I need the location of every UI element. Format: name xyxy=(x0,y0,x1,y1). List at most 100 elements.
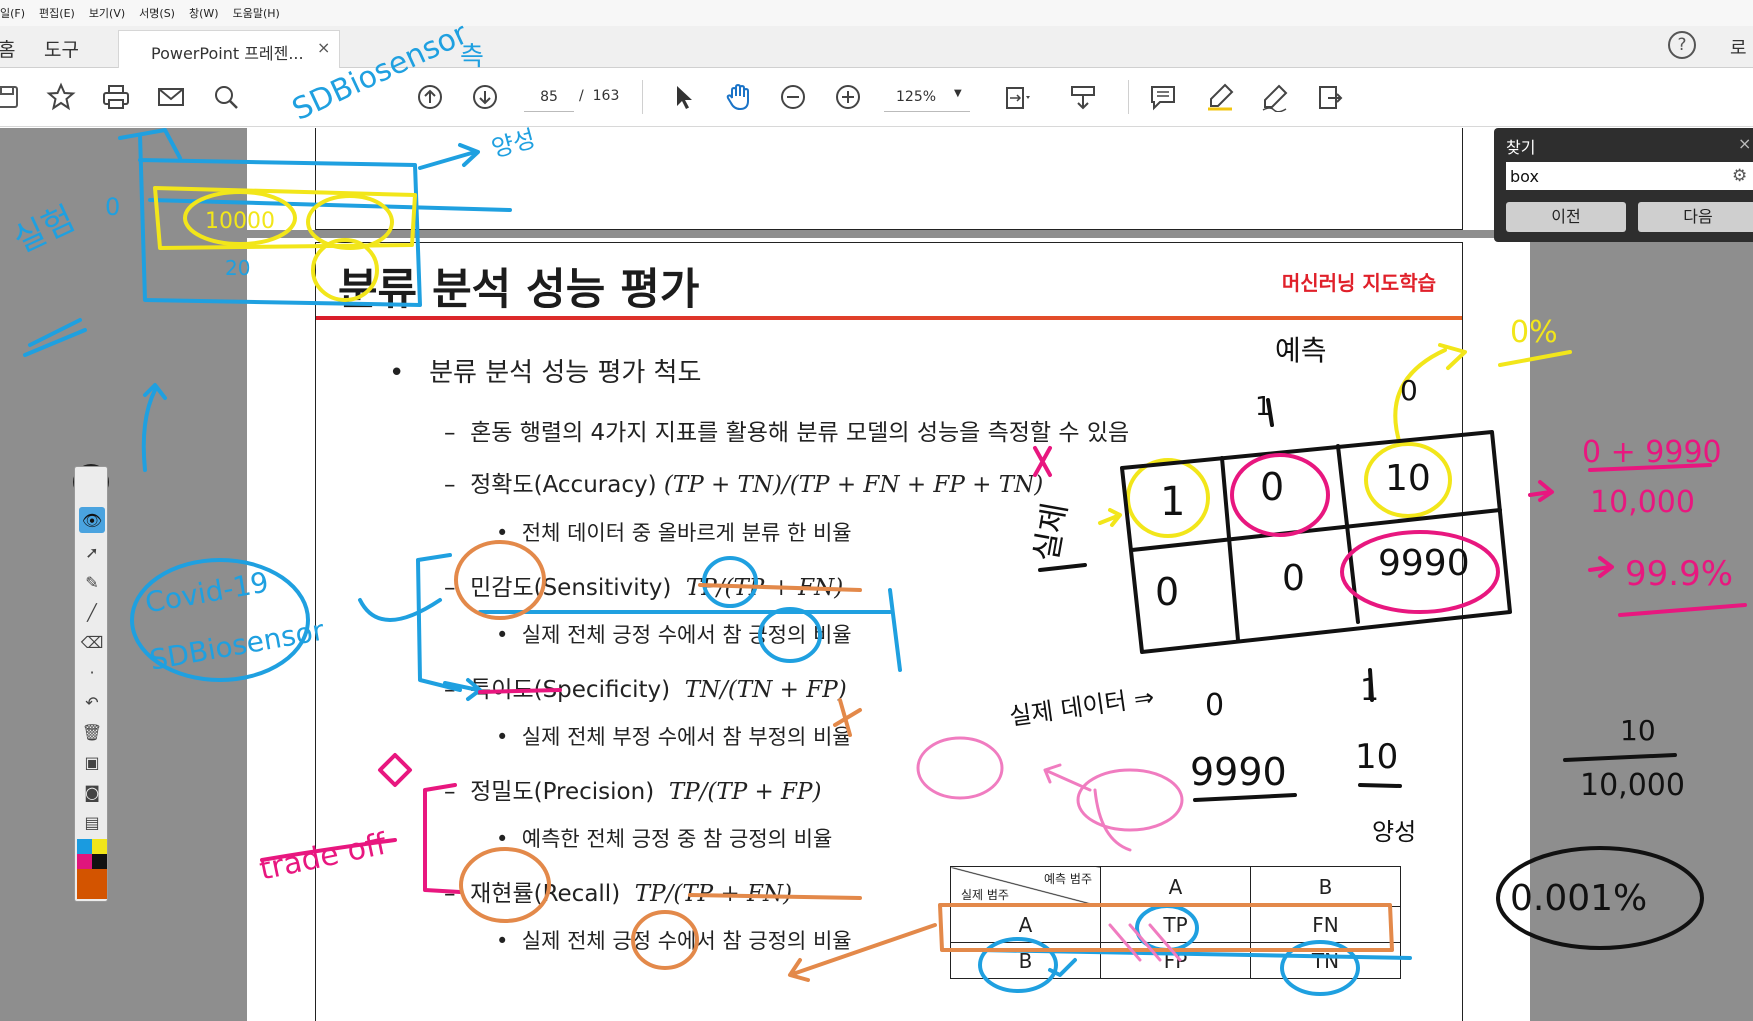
find-close-icon[interactable]: × xyxy=(1738,134,1751,153)
camera-icon[interactable]: ◙ xyxy=(79,779,105,805)
swatch-black[interactable] xyxy=(92,854,107,869)
page-number-input[interactable] xyxy=(524,82,574,112)
document-viewport[interactable]: 분류 분석 성능 평가 머신러닝 지도학습 xyxy=(0,128,1753,1021)
eye-icon[interactable]: 👁 xyxy=(79,507,105,533)
bullet-formula: (TP + TN)/(TP + FN + FP + TN) xyxy=(663,472,1044,498)
bullet-level0: • 분류 분석 성능 평가 척도 xyxy=(389,358,702,388)
trash-icon[interactable]: 🗑 xyxy=(79,719,105,745)
mail-icon[interactable] xyxy=(154,80,188,114)
find-panel: 찾기 × ⚙ 이전 다음 xyxy=(1494,128,1753,242)
zoom-value: 125% xyxy=(896,89,937,105)
find-prev-button[interactable]: 이전 xyxy=(1506,202,1626,232)
toolbar-divider xyxy=(642,80,643,114)
tab-tools[interactable]: 도구 xyxy=(44,35,79,62)
swatch-yellow[interactable] xyxy=(92,839,107,854)
pen-icon[interactable]: ╱ xyxy=(79,599,105,625)
eraser-icon[interactable]: ⌫ xyxy=(79,629,105,655)
dot-icon[interactable]: · xyxy=(79,659,105,685)
undo-icon[interactable]: ↶ xyxy=(79,689,105,715)
table-header-cell: A xyxy=(1100,866,1251,907)
table-row: B FP TN xyxy=(950,942,1401,979)
bullet-level1: – 특이도(Specificity) TN/(TN + FP) xyxy=(444,677,847,703)
tab-home[interactable]: 홈 xyxy=(0,35,15,62)
table-row-header: A xyxy=(950,906,1101,943)
swatch-blue[interactable] xyxy=(77,839,92,854)
menu-view[interactable]: 보기(V) xyxy=(89,5,125,21)
bullet-level2: • 전체 데이터 중 올바르게 분류 한 비율 xyxy=(496,521,852,545)
bookmark-star-icon[interactable] xyxy=(44,80,78,114)
table-cell: TN xyxy=(1250,942,1401,979)
bullet-text: 정밀도(Precision) xyxy=(470,779,655,805)
bullet-level1: – 정밀도(Precision) TP/(TP + FP) xyxy=(444,779,822,805)
highlighter-icon[interactable]: ✎ xyxy=(79,569,105,595)
bullet-text: 실제 전체 긍정 수에서 참 긍정의 비율 xyxy=(521,623,852,647)
tab-close-icon[interactable]: × xyxy=(317,38,330,57)
bullet-text: 전체 데이터 중 올바르게 분류 한 비율 xyxy=(521,521,852,545)
search-icon[interactable] xyxy=(209,80,243,114)
print-icon[interactable] xyxy=(99,80,133,114)
page-down-icon[interactable] xyxy=(468,80,502,114)
bullet-level1: – 재현률(Recall) TP/(TP + FN) xyxy=(444,881,793,907)
bullet-text: 분류 분석 성능 평가 척도 xyxy=(429,358,702,388)
tab-bar: 홈 도구 PowerPoint 프레젠... × ? 로 xyxy=(0,26,1753,68)
table-cell: FP xyxy=(1100,942,1251,979)
page-up-icon[interactable] xyxy=(413,80,447,114)
bullet-text: 실제 전체 부정 수에서 참 부정의 비율 xyxy=(521,725,852,749)
help-icon[interactable]: ? xyxy=(1668,31,1696,59)
swatch-pink[interactable] xyxy=(77,854,92,869)
table-cell: TP xyxy=(1100,906,1251,943)
clipboard-icon[interactable]: ▤ xyxy=(79,809,105,835)
tab-document[interactable]: PowerPoint 프레젠... × xyxy=(118,30,340,68)
menu-sign[interactable]: 서명(S) xyxy=(139,5,175,21)
table-corner-cell: 예측 범주 실제 범주 xyxy=(950,866,1101,907)
confusion-matrix-table: 예측 범주 실제 범주 A B A TP FN B FP TN xyxy=(950,866,1401,979)
bullet-text: 혼동 행렬의 4가지 지표를 활용해 분류 모델의 성능을 측정할 수 있음 xyxy=(470,420,1130,446)
title-underline xyxy=(316,316,1462,320)
toolbar: / 163 125% ▼ xyxy=(0,68,1753,127)
bullet-level2: • 실제 전체 부정 수에서 참 부정의 비율 xyxy=(496,725,852,749)
bullet-level2: • 실제 전체 긍정 수에서 참 긍정의 비율 xyxy=(496,623,852,647)
select-cursor-icon[interactable] xyxy=(666,80,700,114)
previous-page xyxy=(247,128,1530,230)
table-row-header: B xyxy=(950,942,1101,979)
menu-file[interactable]: 일(F) xyxy=(0,5,25,21)
sign-pen-icon[interactable] xyxy=(1258,80,1292,114)
bullet-level1: – 정확도(Accuracy) (TP + TN)/(TP + FN + FP … xyxy=(444,472,1044,498)
menu-help[interactable]: 도움말(H) xyxy=(233,5,280,21)
login-button[interactable]: 로 xyxy=(1730,34,1747,60)
gear-icon[interactable]: ⚙ xyxy=(1732,166,1747,186)
bullet-text: 특이도(Specificity) xyxy=(470,677,671,703)
highlight-pen-icon[interactable] xyxy=(1203,80,1237,114)
scroll-mode-icon[interactable] xyxy=(1066,80,1100,114)
bullet-formula: TN/(TN + FP) xyxy=(684,677,847,703)
previous-slide-frame xyxy=(315,128,1463,230)
bullet-text: 정확도(Accuracy) xyxy=(470,472,657,498)
bullet-text: 민감도(Sensitivity) xyxy=(470,575,672,601)
fit-page-icon[interactable] xyxy=(1000,80,1034,114)
whiteboard-icon[interactable]: ▣ xyxy=(79,749,105,775)
share-export-icon[interactable] xyxy=(1313,80,1347,114)
bullet-text: 재현률(Recall) xyxy=(470,881,621,907)
bullet-level2: • 예측한 전체 긍정 중 참 긍정의 비율 xyxy=(496,827,833,851)
bullet-text: 실제 전체 긍정 수에서 참 긍정의 비율 xyxy=(521,929,852,953)
page-count: / 163 xyxy=(579,88,619,104)
table-header-cell: B xyxy=(1250,866,1401,907)
hand-tool-icon[interactable] xyxy=(721,80,755,114)
table-cell: FN xyxy=(1250,906,1401,943)
actual-label: 실제 범주 xyxy=(961,888,1009,902)
comment-icon[interactable] xyxy=(1146,80,1180,114)
zoom-out-icon[interactable] xyxy=(776,80,810,114)
annotation-toolbar: 👁 ➚ ✎ ╱ ⌫ · ↶ 🗑 ▣ ◙ ▤ xyxy=(74,466,108,902)
bullet-level2: • 실제 전체 긍정 수에서 참 긍정의 비율 xyxy=(496,929,852,953)
tab-document-title: PowerPoint 프레젠... xyxy=(151,44,304,63)
zoom-dropdown[interactable]: 125% ▼ xyxy=(884,82,970,112)
menu-window[interactable]: 창(W) xyxy=(189,5,219,21)
zoom-in-icon[interactable] xyxy=(831,80,865,114)
current-color-swatch[interactable] xyxy=(77,869,107,899)
predicted-label: 예측 범주 xyxy=(1044,872,1092,886)
pointer-icon[interactable]: ➚ xyxy=(79,539,105,565)
menu-edit[interactable]: 편집(E) xyxy=(39,5,75,21)
find-next-button[interactable]: 다음 xyxy=(1638,202,1753,232)
find-input[interactable] xyxy=(1506,162,1753,190)
save-icon[interactable] xyxy=(0,80,24,114)
